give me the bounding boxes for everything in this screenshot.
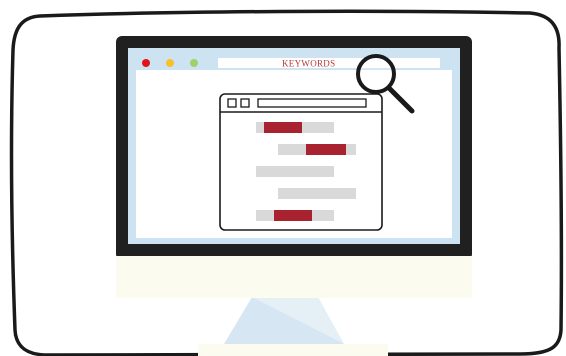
result-bar [256,166,334,177]
illustration: KEYWORDS [0,0,566,356]
result-row[interactable] [278,144,356,155]
results-window [219,93,383,231]
monitor-illustration: KEYWORDS [9,9,564,356]
result-row[interactable] [256,122,334,133]
result-row[interactable] [278,188,356,199]
search-bar-keywords-label: KEYWORDS [282,59,335,69]
monitor-chin [116,256,472,298]
minimize-dot-icon[interactable] [166,59,174,67]
maximize-dot-icon[interactable] [190,59,198,67]
keyword-highlight [264,122,302,133]
result-row[interactable] [256,210,334,221]
keyword-highlight [274,210,312,221]
result-bar [278,188,356,199]
result-row[interactable] [256,166,334,177]
close-dot-icon[interactable] [142,59,150,67]
keyword-highlight [306,144,346,155]
monitor-base [198,344,388,356]
